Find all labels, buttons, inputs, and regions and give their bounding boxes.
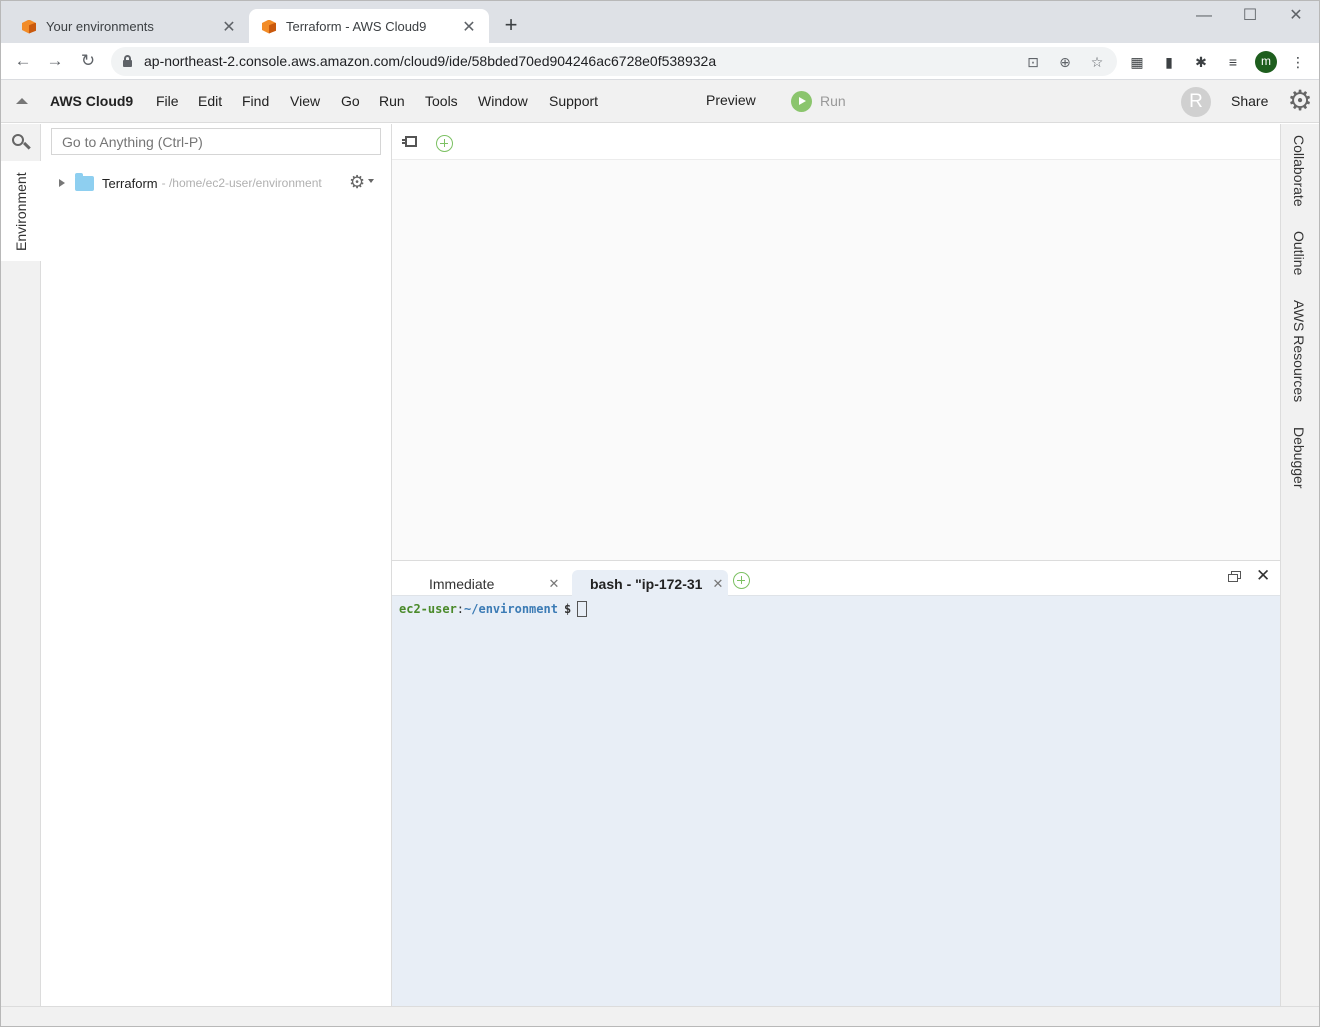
aws-cloud9-favicon-icon [261, 19, 277, 35]
menu-edit[interactable]: Edit [198, 93, 222, 109]
menu-view[interactable]: View [290, 93, 320, 109]
forward-arrow-icon[interactable]: → [43, 49, 67, 73]
left-sidebar-strip: Environment [1, 124, 41, 1006]
prompt-symbol: $ [563, 602, 572, 616]
aws-cloud9-favicon-icon [21, 19, 37, 35]
close-panel-icon[interactable]: ✕ [1256, 566, 1270, 586]
menu-run[interactable]: Run [379, 93, 405, 109]
puzzle-extensions-icon[interactable]: ✱ [1192, 53, 1210, 71]
tab-label: Immediate [429, 575, 495, 592]
search-icon[interactable] [11, 133, 31, 153]
browser-tab-title: Terraform - AWS Cloud9 [286, 19, 427, 34]
tab-outline[interactable]: Outline [1291, 231, 1307, 275]
browser-menu-icon[interactable]: ⋮ [1289, 53, 1307, 71]
browser-tab-terraform[interactable]: Terraform - AWS Cloud9 ✕ [249, 9, 489, 44]
close-tab-icon[interactable]: ✕ [708, 576, 728, 592]
menu-support[interactable]: Support [549, 93, 598, 109]
tree-item-path: - /home/ec2-user/environment [161, 176, 322, 190]
go-to-anything-input[interactable] [51, 128, 381, 155]
tree-item-terraform[interactable]: Terraform - /home/ec2-user/environment [59, 172, 322, 193]
right-sidebar-strip: Collaborate Outline AWS Resources Debugg… [1280, 124, 1319, 1006]
terminal-cursor [577, 601, 588, 617]
folder-icon [75, 172, 94, 191]
preferences-gear-icon[interactable]: ⚙ [1285, 86, 1315, 116]
prompt-path: ~/environment [464, 602, 558, 616]
minimize-window-icon[interactable]: — [1181, 5, 1227, 29]
tab-aws-resources[interactable]: AWS Resources [1291, 300, 1307, 402]
profile-avatar[interactable]: m [1255, 51, 1277, 73]
tab-label: bash - "ip-172-31 [590, 575, 703, 592]
editor-tab-bar [392, 124, 1280, 160]
url-text[interactable]: ap-northeast-2.console.aws.amazon.com/cl… [144, 53, 716, 69]
browser-tab-your-environments[interactable]: Your environments ✕ [9, 9, 249, 44]
close-tab-icon[interactable]: ✕ [544, 576, 564, 592]
address-bar[interactable]: ap-northeast-2.console.aws.amazon.com/cl… [111, 47, 1117, 76]
back-arrow-icon[interactable]: ← [11, 49, 35, 73]
new-editor-tab-plus-icon[interactable] [436, 135, 453, 152]
new-terminal-plus-icon[interactable] [733, 572, 750, 589]
new-tab-button[interactable]: + [499, 14, 523, 38]
editor-area [392, 124, 1280, 561]
run-label: Run [820, 93, 846, 109]
tree-settings-gear-icon[interactable]: ⚙ [349, 172, 365, 192]
run-button[interactable]: Run [791, 90, 846, 112]
translate-icon[interactable]: ⊡ [1025, 54, 1041, 70]
collapse-menubar-icon[interactable] [16, 98, 28, 104]
qr-code-extension-icon[interactable]: ▦ [1128, 53, 1146, 71]
extension-icon[interactable]: ▮ [1160, 53, 1178, 71]
menu-tools[interactable]: Tools [425, 93, 458, 109]
tab-bash[interactable]: bash - "ip-172-31 ✕ [572, 570, 728, 597]
restore-panel-icon[interactable] [1228, 571, 1241, 583]
tab-debugger[interactable]: Debugger [1291, 427, 1307, 489]
prompt-user: ec2-user [399, 602, 457, 616]
browser-toolbar: ← → ↻ ap-northeast-2.console.aws.amazon.… [0, 43, 1320, 80]
console-tab-bar: Immediate ✕ bash - "ip-172-31 ✕ ✕ [392, 561, 1280, 597]
expand-arrow-icon[interactable] [59, 179, 65, 187]
console-panel: Immediate ✕ bash - "ip-172-31 ✕ ✕ ec2-us… [392, 561, 1280, 1006]
preview-button[interactable]: Preview [706, 92, 756, 108]
media-queue-icon[interactable]: ≡ [1224, 53, 1242, 71]
reload-icon[interactable]: ↻ [76, 49, 100, 73]
browser-tab-strip: Your environments ✕ Terraform - AWS Clou… [0, 0, 1320, 44]
maximize-window-icon[interactable]: ☐ [1227, 5, 1273, 29]
chevron-down-icon[interactable] [368, 179, 374, 183]
lock-icon[interactable] [123, 55, 132, 67]
bookmark-star-icon[interactable]: ☆ [1089, 54, 1105, 70]
browser-tab-title: Your environments [46, 19, 154, 34]
environment-tab-label: Environment [13, 172, 29, 251]
close-tab-icon[interactable]: ✕ [221, 17, 237, 37]
tab-environment[interactable]: Environment [1, 161, 41, 261]
close-window-icon[interactable]: ✕ [1273, 5, 1319, 29]
terminal-output[interactable]: ec2-user:~/environment $ [392, 596, 1280, 1006]
user-avatar[interactable]: R [1181, 87, 1211, 117]
tab-collaborate[interactable]: Collaborate [1291, 135, 1307, 207]
tree-item-name: Terraform [102, 175, 158, 191]
run-play-icon [791, 90, 812, 112]
share-button[interactable]: Share [1231, 93, 1268, 109]
close-tab-icon[interactable]: ✕ [461, 17, 477, 37]
tab-list-icon[interactable] [402, 136, 418, 149]
tab-immediate[interactable]: Immediate ✕ [414, 570, 564, 597]
menu-go[interactable]: Go [341, 93, 360, 109]
zoom-icon[interactable]: ⊕ [1057, 54, 1073, 70]
environment-panel: Terraform - /home/ec2-user/environment ⚙ [41, 124, 392, 1006]
ide-menubar: AWS Cloud9 File Edit Find View Go Run To… [1, 80, 1319, 123]
prompt-colon: : [456, 602, 465, 616]
menu-window[interactable]: Window [478, 93, 528, 109]
menu-find[interactable]: Find [242, 93, 269, 109]
menu-file[interactable]: File [156, 93, 179, 109]
status-bar [1, 1006, 1319, 1026]
aws-cloud9-menu[interactable]: AWS Cloud9 [50, 93, 133, 109]
